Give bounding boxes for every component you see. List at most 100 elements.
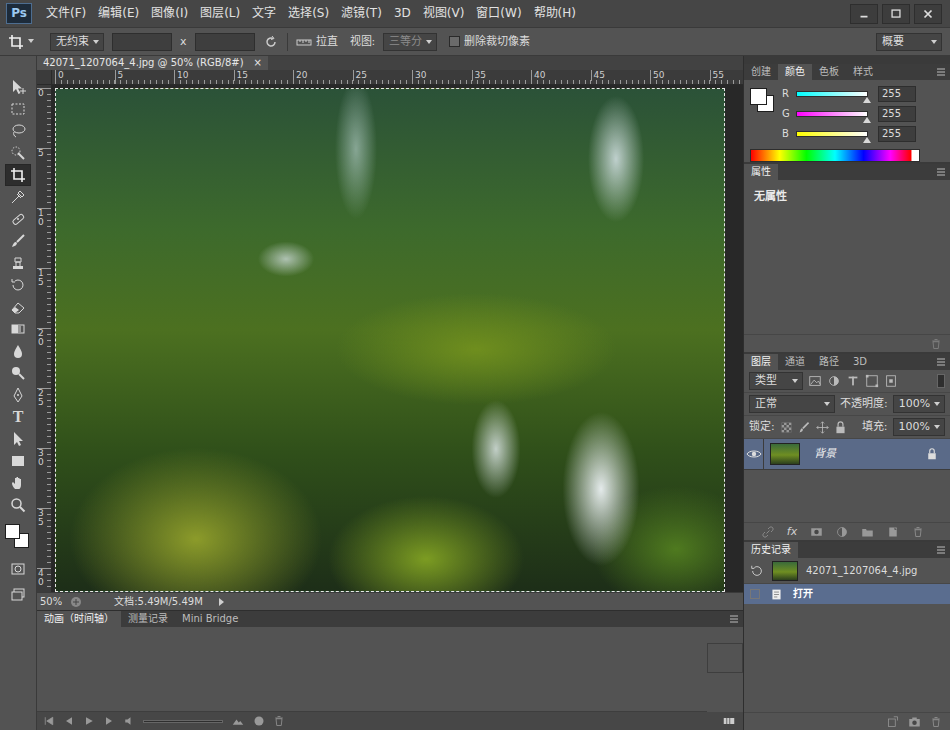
layers-menu[interactable] <box>936 354 950 370</box>
shape-filter-icon[interactable] <box>865 374 879 388</box>
tool-button[interactable] <box>5 428 31 450</box>
blend-mode-dropdown[interactable]: 正常 <box>749 395 835 413</box>
menu-item[interactable]: 文字 <box>246 4 282 22</box>
tool-button[interactable] <box>5 208 31 230</box>
width-field[interactable] <box>112 33 172 51</box>
maximize-button[interactable] <box>882 4 910 24</box>
tool-preset-picker[interactable] <box>8 34 34 50</box>
tool-button[interactable] <box>5 318 31 340</box>
channel-value[interactable]: 255 <box>878 126 916 142</box>
channel-track[interactable] <box>796 131 868 137</box>
menu-item[interactable]: 图层(L) <box>194 4 246 22</box>
panel-menu-icon[interactable] <box>729 614 739 624</box>
color-spectrum[interactable] <box>750 149 920 162</box>
color-panel-menu[interactable] <box>936 64 950 80</box>
status-menu-arrow[interactable] <box>219 598 224 606</box>
folder-icon[interactable] <box>861 526 874 538</box>
trash-icon[interactable] <box>930 338 942 350</box>
tool-button[interactable] <box>5 76 31 98</box>
canvas[interactable] <box>52 85 743 592</box>
color-swatches[interactable] <box>5 524 31 550</box>
tool-button[interactable] <box>5 450 31 472</box>
lock-icon[interactable] <box>926 448 938 460</box>
trash-icon[interactable] <box>930 716 942 728</box>
panel-menu-icon[interactable] <box>936 67 946 77</box>
pixel-filter-icon[interactable] <box>808 374 822 388</box>
height-field[interactable] <box>195 33 255 51</box>
layers-tab[interactable]: 图层 <box>744 354 778 370</box>
filter-toggle[interactable] <box>937 374 945 388</box>
audio-icon[interactable] <box>123 715 135 727</box>
tool-button[interactable] <box>5 252 31 274</box>
delete-cropped-checkbox[interactable] <box>449 36 460 47</box>
opacity-field[interactable]: 100% <box>893 395 945 413</box>
history-menu[interactable] <box>936 542 950 558</box>
delete-cropped[interactable]: 删除裁切像素 <box>449 35 530 48</box>
play-icon[interactable] <box>83 715 95 727</box>
channel-value[interactable]: 255 <box>878 86 916 102</box>
straighten-button[interactable]: 拉直 <box>296 34 338 50</box>
history-source-box[interactable] <box>750 589 760 599</box>
zoom-slider[interactable] <box>143 720 223 723</box>
frames-icon[interactable] <box>721 715 737 727</box>
layer-filter-dropdown[interactable]: 类型 <box>749 372 803 390</box>
channel-marker[interactable] <box>863 117 871 123</box>
channel-marker[interactable] <box>863 137 871 143</box>
timeline-tab[interactable]: Mini Bridge <box>175 611 245 627</box>
layers-tab[interactable]: 路径 <box>812 354 846 370</box>
adjust-filter-icon[interactable] <box>827 374 841 388</box>
link-icon[interactable] <box>762 526 774 538</box>
new-document-icon[interactable] <box>887 716 899 728</box>
tool-button[interactable] <box>5 120 31 142</box>
color-tab[interactable]: 颜色 <box>778 64 812 80</box>
new-layer-icon[interactable] <box>887 526 899 538</box>
ratio-dropdown[interactable]: 无约束 <box>50 33 104 51</box>
text-filter-icon[interactable] <box>846 374 860 388</box>
mask-icon[interactable] <box>810 526 823 538</box>
panel-menu-icon[interactable] <box>936 357 946 367</box>
channel-marker[interactable] <box>863 97 871 103</box>
tool-button[interactable] <box>5 274 31 296</box>
properties-tab[interactable]: 属性 <box>744 164 778 180</box>
tool-button[interactable] <box>5 186 31 208</box>
tool-button[interactable] <box>5 472 31 494</box>
channel-track[interactable] <box>796 91 868 97</box>
visibility-toggle[interactable] <box>744 439 764 469</box>
tool-button[interactable] <box>5 384 31 406</box>
color-tab[interactable]: 色板 <box>812 64 846 80</box>
layer-name[interactable]: 背景 <box>814 447 926 460</box>
menu-item[interactable]: 帮助(H) <box>528 4 582 22</box>
properties-menu[interactable] <box>936 164 950 180</box>
minimize-button[interactable] <box>850 4 878 24</box>
timeline-tab[interactable]: 动画（时间轴） <box>37 611 121 627</box>
panel-menu-icon[interactable] <box>936 545 946 555</box>
menu-item[interactable]: 选择(S) <box>282 4 335 22</box>
lock-move-icon[interactable] <box>816 421 829 434</box>
layers-tab[interactable]: 3D <box>846 354 874 370</box>
first-frame-icon[interactable] <box>43 715 55 727</box>
camera-icon[interactable] <box>908 716 921 728</box>
swap-button[interactable] <box>263 34 279 50</box>
layer-row[interactable]: 背景 <box>744 439 950 470</box>
view-dropdown[interactable]: 三等分 <box>383 33 437 51</box>
menu-item[interactable]: 视图(V) <box>417 4 471 22</box>
layers-tab[interactable]: 通道 <box>778 354 812 370</box>
prev-frame-icon[interactable] <box>63 715 75 727</box>
close-button[interactable] <box>914 4 942 24</box>
menu-item[interactable]: 编辑(E) <box>92 4 145 22</box>
menu-item[interactable]: 3D <box>388 4 417 22</box>
menu-item[interactable]: 图像(I) <box>145 4 194 22</box>
timeline-tab[interactable]: 测量记录 <box>121 611 175 627</box>
history-snapshot[interactable]: 42071_1207064_4.jpg <box>744 558 950 584</box>
panel-menu-icon[interactable] <box>936 167 946 177</box>
adjustment-icon[interactable] <box>836 526 848 538</box>
tool-button[interactable] <box>5 142 31 164</box>
mountains-icon[interactable] <box>231 715 245 727</box>
smart-filter-icon[interactable] <box>884 374 898 388</box>
fill-field[interactable]: 100% <box>893 418 945 436</box>
menu-item[interactable]: 窗口(W) <box>470 4 527 22</box>
channel-track[interactable] <box>796 111 868 117</box>
tool-button[interactable] <box>5 494 31 516</box>
tool-button[interactable] <box>5 296 31 318</box>
layer-style-button[interactable]: fx <box>787 525 797 538</box>
